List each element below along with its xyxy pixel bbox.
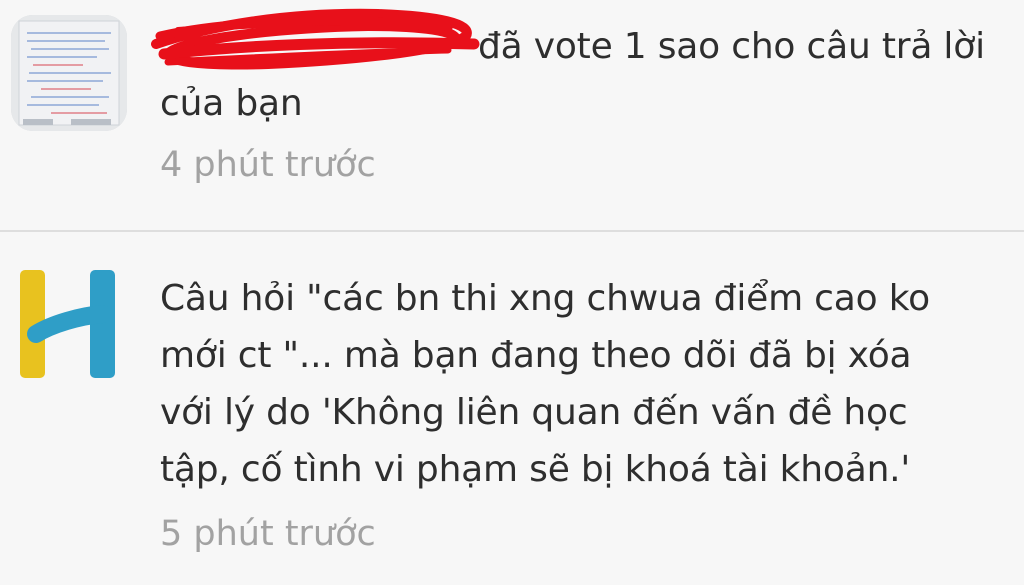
notification-message: Câu hỏi "các bn thi xng chwua điểm cao k… <box>160 270 930 498</box>
timestamp: 5 phút trước <box>160 514 376 554</box>
message-line: Câu hỏi "các bn thi xng chwua điểm cao k… <box>160 278 930 319</box>
redaction-scribble-icon <box>151 8 480 70</box>
notification-item-question-deleted[interactable]: Câu hỏi "các bn thi xng chwua điểm cao k… <box>0 232 1024 585</box>
vote-text-line1: đã vote 1 sao cho câu trả lời <box>478 26 985 67</box>
message-line: với lý do 'Không liên quan đến vấn đề họ… <box>160 392 908 433</box>
notification-message: đã vote 1 sao cho câu trả lời của bạn <box>151 8 985 132</box>
timestamp: 4 phút trước <box>160 145 376 185</box>
notification-feed: đã vote 1 sao cho câu trả lời của bạn 4 … <box>0 0 1024 585</box>
notification-item-vote[interactable]: đã vote 1 sao cho câu trả lời của bạn 4 … <box>0 0 1024 230</box>
message-line: tập, cố tình vi phạm sẽ bị khoá tài khoả… <box>160 449 911 490</box>
h-logo-icon <box>20 270 115 378</box>
message-line: mới ct "... mà bạn đang theo dõi đã bị x… <box>160 335 912 376</box>
user-avatar[interactable] <box>11 15 127 131</box>
notebook-photo-icon <box>11 15 127 131</box>
vote-text-line2: của bạn <box>160 83 303 124</box>
redacted-username <box>151 8 480 70</box>
hoc24-logo <box>18 268 118 380</box>
